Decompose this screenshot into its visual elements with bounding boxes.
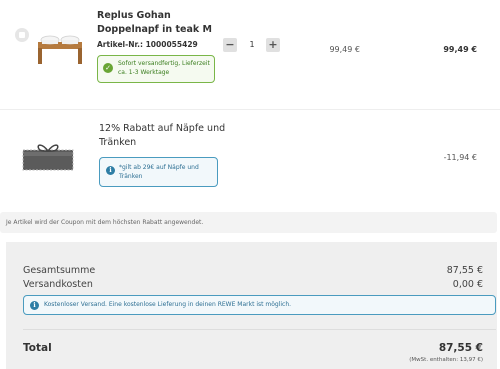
coupon-notice-text: Je Artikel wird der Coupon mit dem höchs… xyxy=(6,219,204,226)
coupon-amount: -11,94 € xyxy=(443,153,477,162)
total-value: 87,55 € xyxy=(438,342,483,354)
coupon-notice-bar: Je Artikel wird der Coupon mit dem höchs… xyxy=(0,212,497,233)
quantity-value[interactable]: 1 xyxy=(247,40,257,49)
summary-divider xyxy=(23,329,496,330)
unit-price: 99,49 € xyxy=(329,45,360,54)
shipping-info-text: Kostenloser Versand. Eine kostenlose Lie… xyxy=(44,301,292,308)
product-title[interactable]: Replus Gohan Doppelnapf in teak M xyxy=(97,9,227,37)
info-icon: i xyxy=(106,166,115,175)
stock-status-box: ✓ Sofort versandfertig, Lieferzeit ca. 1… xyxy=(97,55,215,83)
shipping-value: 0,00 € xyxy=(452,279,483,290)
info-icon: i xyxy=(30,301,39,310)
quantity-decrease-button[interactable]: − xyxy=(223,38,237,52)
product-image xyxy=(38,35,82,64)
coupon-condition-text: *gilt ab 29€ auf Näpfe und Tränken xyxy=(119,164,199,180)
stock-status-text: Sofort versandfertig, Lieferzeit ca. 1-3… xyxy=(118,60,210,76)
line-total: 99,49 € xyxy=(443,45,477,54)
shipping-info-box: i Kostenloser Versand. Eine kostenlose L… xyxy=(23,295,496,315)
order-summary: Gesamtsumme 87,55 € Versandkosten 0,00 €… xyxy=(6,242,497,369)
remove-item-button[interactable] xyxy=(15,28,29,42)
quantity-increase-button[interactable]: + xyxy=(266,38,280,52)
shipping-label: Versandkosten xyxy=(23,279,93,290)
coupon-title: 12% Rabatt auf Näpfe und Tränken xyxy=(99,123,226,148)
subtotal-label: Gesamtsumme xyxy=(23,265,96,276)
total-label: Total xyxy=(23,342,52,354)
gift-icon xyxy=(22,144,74,171)
vat-note: (MwSt. enthalten: 13,97 €) xyxy=(409,357,483,363)
check-icon: ✓ xyxy=(103,63,113,73)
subtotal-value: 87,55 € xyxy=(446,265,483,276)
row-divider xyxy=(0,109,500,110)
article-number: Artikel-Nr.: 1000055429 xyxy=(97,40,198,49)
coupon-condition-box: i *gilt ab 29€ auf Näpfe und Tränken xyxy=(99,157,218,187)
